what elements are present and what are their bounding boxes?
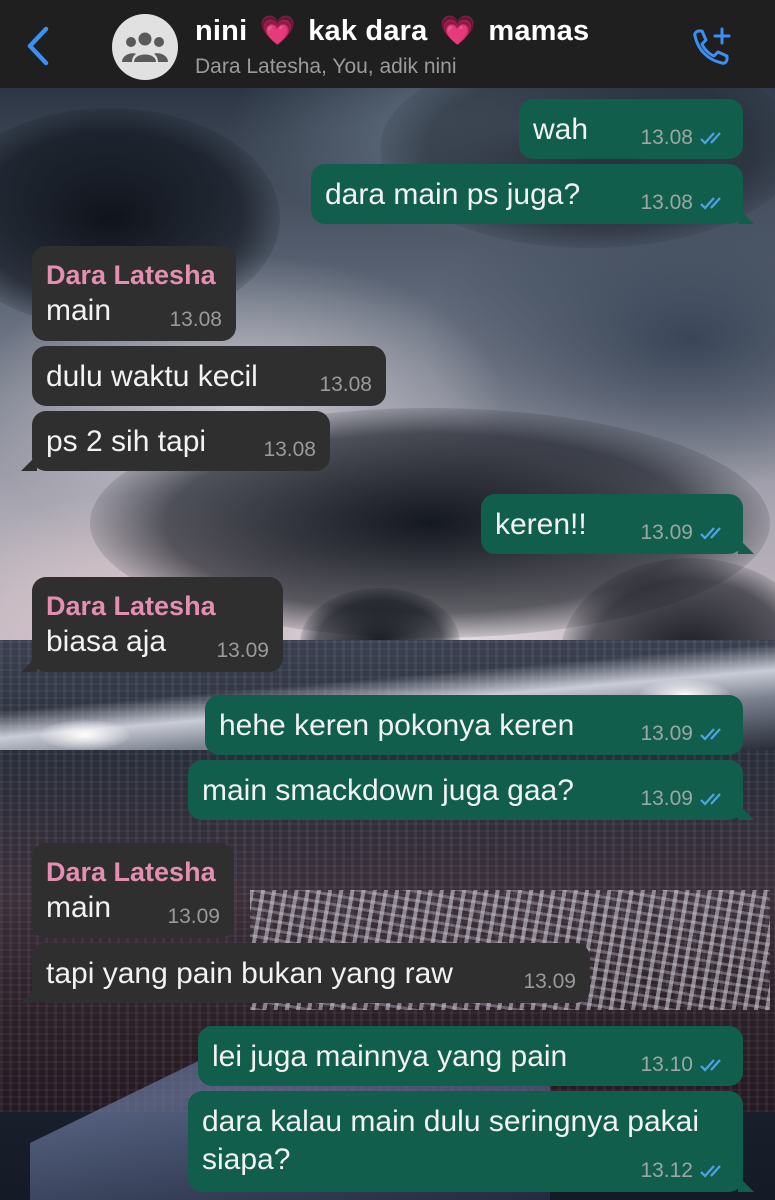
message-outgoing[interactable]: hehe keren pokonya keren 13.09 bbox=[205, 695, 743, 755]
double-check-icon bbox=[700, 728, 721, 741]
message-meta: 13.09 bbox=[640, 521, 729, 545]
heart-emoji: 💗 bbox=[259, 15, 296, 47]
message-outgoing[interactable]: lei juga mainnya yang pain 13.10 bbox=[198, 1026, 743, 1086]
message-meta: 13.09 bbox=[216, 639, 269, 663]
chevron-left-icon bbox=[27, 26, 49, 66]
message-sender: Dara Latesha bbox=[46, 857, 216, 887]
chat-header: nini 💗 kak dara 💗 mamas Dara Latesha, Yo… bbox=[0, 0, 775, 88]
add-call-button[interactable] bbox=[688, 26, 734, 70]
message-time: 13.10 bbox=[640, 1053, 693, 1076]
double-check-icon bbox=[700, 1165, 721, 1178]
message-sender: Dara Latesha bbox=[46, 260, 216, 290]
message-text: tapi yang pain bukan yang raw bbox=[46, 957, 453, 990]
message-time: 13.09 bbox=[640, 521, 693, 544]
message-outgoing[interactable]: wah 13.08 bbox=[519, 99, 743, 159]
message-time: 13.08 bbox=[319, 373, 372, 396]
title-name-mamas: mamas bbox=[488, 15, 590, 47]
message-incoming[interactable]: dulu waktu kecil 13.08 bbox=[32, 346, 386, 406]
group-avatar[interactable] bbox=[112, 14, 178, 80]
message-meta: 13.08 bbox=[169, 308, 222, 332]
message-outgoing[interactable]: dara kalau main dulu seringnya pakai sia… bbox=[188, 1091, 754, 1192]
add-call-icon bbox=[693, 27, 731, 65]
group-icon bbox=[122, 32, 168, 62]
message-time: 13.08 bbox=[640, 126, 693, 149]
back-button[interactable] bbox=[20, 24, 56, 68]
title-name-nini: nini bbox=[195, 15, 248, 47]
message-meta: 13.09 bbox=[640, 722, 729, 746]
title-name-kak-dara: kak dara bbox=[308, 15, 428, 47]
double-check-icon bbox=[700, 793, 721, 806]
message-incoming[interactable]: ps 2 sih tapi 13.08 bbox=[21, 411, 330, 471]
group-members: Dara Latesha, You, adik nini bbox=[195, 55, 457, 78]
message-time: 13.09 bbox=[640, 787, 693, 810]
chat-title[interactable]: nini 💗 kak dara 💗 mamas bbox=[195, 14, 635, 48]
message-outgoing[interactable]: keren!! 13.09 bbox=[481, 494, 754, 554]
message-outgoing[interactable]: main smackdown juga gaa? 13.09 bbox=[188, 760, 754, 820]
wallpaper-stadium-light bbox=[40, 720, 130, 750]
message-time: 13.09 bbox=[640, 722, 693, 745]
message-meta: 13.08 bbox=[263, 438, 316, 462]
message-meta: 13.08 bbox=[640, 191, 729, 215]
double-check-icon bbox=[700, 132, 721, 145]
message-time: 13.08 bbox=[263, 438, 316, 461]
message-sender: Dara Latesha bbox=[46, 591, 216, 621]
message-time: 13.09 bbox=[523, 970, 576, 993]
message-meta: 13.09 bbox=[167, 905, 220, 929]
heart-emoji: 💗 bbox=[439, 15, 477, 47]
message-meta: 13.08 bbox=[640, 126, 729, 150]
double-check-icon bbox=[700, 1059, 721, 1072]
double-check-icon bbox=[700, 527, 721, 540]
message-meta: 13.10 bbox=[640, 1053, 729, 1077]
message-meta: 13.12 bbox=[640, 1159, 729, 1183]
message-meta: 13.09 bbox=[523, 970, 576, 994]
message-time: 13.09 bbox=[167, 905, 220, 928]
message-time: 13.08 bbox=[640, 191, 693, 214]
message-time: 13.08 bbox=[169, 308, 222, 331]
message-outgoing[interactable]: dara main ps juga? 13.08 bbox=[311, 164, 754, 224]
message-incoming[interactable]: Dara Latesha main 13.08 bbox=[32, 246, 236, 341]
message-time: 13.12 bbox=[640, 1159, 693, 1182]
message-meta: 13.09 bbox=[640, 787, 729, 811]
message-time: 13.09 bbox=[216, 639, 269, 662]
message-incoming[interactable]: tapi yang pain bukan yang raw 13.09 bbox=[21, 943, 590, 1003]
message-incoming[interactable]: Dara Latesha main 13.09 bbox=[32, 843, 234, 938]
message-meta: 13.08 bbox=[319, 373, 372, 397]
double-check-icon bbox=[700, 197, 721, 210]
message-incoming[interactable]: Dara Latesha biasa aja 13.09 bbox=[21, 577, 283, 672]
